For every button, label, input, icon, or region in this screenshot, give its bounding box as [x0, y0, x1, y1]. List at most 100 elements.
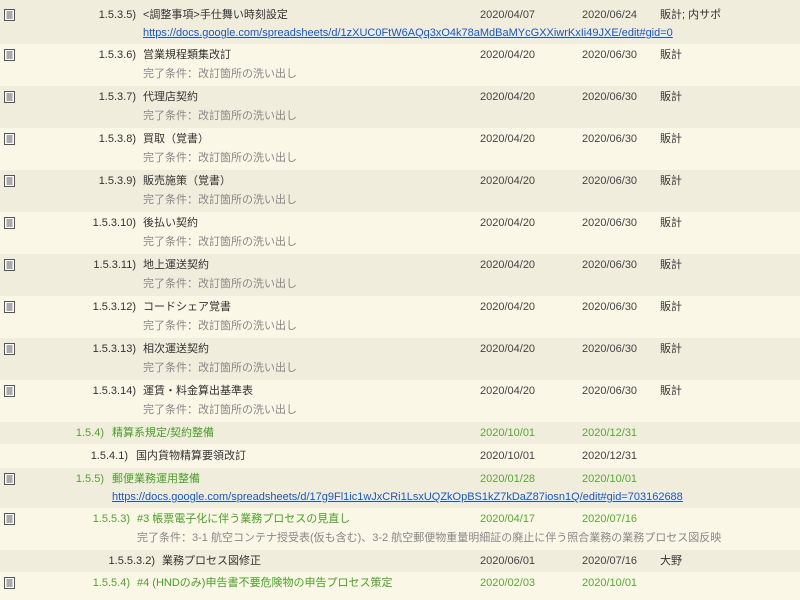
start-date: 2020/04/20	[480, 175, 536, 187]
end-date: 2020/07/16	[582, 555, 638, 567]
document-icon[interactable]	[4, 577, 15, 589]
completion-condition: 完了条件：改訂箇所の洗い出し	[143, 236, 297, 248]
table-row: 1.5.3.7) 代理店契約 2020/04/20 2020/06/30 販計 …	[0, 86, 800, 128]
document-icon[interactable]	[4, 385, 15, 397]
document-icon[interactable]	[4, 259, 15, 271]
row-title: <調整事項>手仕舞い時刻設定	[143, 9, 288, 21]
document-icon[interactable]	[4, 91, 15, 103]
row-title: 代理店契約	[143, 91, 198, 103]
document-icon[interactable]	[4, 301, 15, 313]
table-row: 1.5.3.10) 後払い契約 2020/04/20 2020/06/30 販計…	[0, 212, 800, 254]
completion-condition: 完了条件：3-1 航空コンテナ授受表(仮も含む)、3-2 航空郵便物重量明細証の…	[137, 532, 722, 544]
completion-condition: 完了条件：改訂箇所の洗い出し	[143, 404, 297, 416]
end-date: 2020/07/16	[582, 513, 638, 525]
owner: 販計	[660, 133, 682, 145]
row-number: 1.5.3.14)	[92, 385, 136, 397]
row-title: 郵便業務運用整備	[112, 473, 200, 485]
table-row: 1.5.3.5) <調整事項>手仕舞い時刻設定 2020/04/07 2020/…	[0, 0, 800, 44]
row-number: 1.5.5)	[75, 473, 104, 485]
start-date: 2020/04/20	[480, 91, 536, 103]
document-icon[interactable]	[4, 473, 15, 485]
row-number: 1.5.3.10)	[92, 217, 136, 229]
row-title: 運賃・料金算出基準表	[143, 385, 253, 397]
completion-condition: 完了条件：改訂箇所の洗い出し	[143, 362, 297, 374]
table-row: 1.5.4.1) 国内貨物精算要領改訂 2020/10/01 2020/12/3…	[0, 444, 800, 468]
document-icon[interactable]	[4, 175, 15, 187]
row-number: 1.5.3.7)	[98, 91, 136, 103]
table-row: 1.5.3.12) コードシェア覚書 2020/04/20 2020/06/30…	[0, 296, 800, 338]
row-number: 1.5.3.13)	[92, 343, 136, 355]
end-date: 2020/12/31	[582, 427, 638, 439]
start-date: 2020/04/20	[480, 259, 536, 271]
end-date: 2020/06/30	[582, 133, 638, 145]
end-date: 2020/06/30	[582, 49, 638, 61]
start-date: 2020/10/01	[480, 450, 536, 462]
row-number: 1.5.3.9)	[98, 175, 136, 187]
row-title: #3 帳票電子化に伴う業務プロセスの見直し	[137, 513, 351, 525]
start-date: 2020/04/20	[480, 301, 536, 313]
end-date: 2020/10/01	[582, 473, 638, 485]
completion-condition: 完了条件：改訂箇所の洗い出し	[143, 320, 297, 332]
table-row: 1.5.5.3) #3 帳票電子化に伴う業務プロセスの見直し 2020/04/1…	[0, 508, 800, 550]
document-icon[interactable]	[4, 217, 15, 229]
completion-condition: 完了条件：改訂箇所の洗い出し	[143, 68, 297, 80]
completion-condition: 完了条件：改訂箇所の洗い出し	[143, 110, 297, 122]
owner: 販計	[660, 259, 682, 271]
row-title: コードシェア覚書	[143, 301, 231, 313]
completion-condition: 完了条件：改訂箇所の洗い出し	[143, 194, 297, 206]
table-row: 1.5.3.8) 買取（覚書） 2020/04/20 2020/06/30 販計…	[0, 128, 800, 170]
spreadsheet-link[interactable]: https://docs.google.com/spreadsheets/d/1…	[143, 26, 673, 40]
owner: 販計	[660, 385, 682, 397]
end-date: 2020/06/30	[582, 259, 638, 271]
row-title: 販売施策（覚書）	[143, 175, 231, 187]
row-number: 1.5.4)	[75, 427, 104, 439]
end-date: 2020/06/30	[582, 343, 638, 355]
owner: 販計; 内サポ	[660, 9, 722, 21]
row-title: #4 (HNDのみ)申告書不要危険物の申告プロセス策定	[137, 577, 393, 589]
end-date: 2020/06/30	[582, 385, 638, 397]
table-row: 1.5.3.13) 相次運送契約 2020/04/20 2020/06/30 販…	[0, 338, 800, 380]
start-date: 2020/06/01	[480, 555, 536, 567]
table-row: 1.5.3.11) 地上運送契約 2020/04/20 2020/06/30 販…	[0, 254, 800, 296]
owner: 販計	[660, 91, 682, 103]
start-date: 2020/01/28	[480, 473, 536, 485]
row-number: 1.5.5.3.2)	[108, 555, 155, 567]
row-number: 1.5.3.5)	[98, 9, 136, 21]
start-date: 2020/04/07	[480, 9, 536, 21]
end-date: 2020/06/30	[582, 175, 638, 187]
row-title: 国内貨物精算要領改訂	[136, 450, 246, 462]
start-date: 2020/02/03	[480, 577, 536, 589]
document-icon[interactable]	[4, 49, 15, 61]
document-icon[interactable]	[4, 133, 15, 145]
owner: 販計	[660, 343, 682, 355]
owner: 販計	[660, 301, 682, 313]
row-number: 1.5.5.4)	[92, 577, 130, 589]
table-row: 1.5.5.4) #4 (HNDのみ)申告書不要危険物の申告プロセス策定 202…	[0, 572, 800, 600]
owner: 販計	[660, 217, 682, 229]
end-date: 2020/06/30	[582, 217, 638, 229]
row-title: 精算系規定/契約整備	[112, 427, 215, 439]
spreadsheet-link[interactable]: https://docs.google.com/spreadsheets/d/1…	[112, 490, 683, 504]
table-row: 1.5.3.9) 販売施策（覚書） 2020/04/20 2020/06/30 …	[0, 170, 800, 212]
end-date: 2020/12/31	[582, 450, 638, 462]
owner: 大野	[660, 555, 682, 567]
end-date: 2020/10/01	[582, 577, 638, 589]
row-number: 1.5.3.11)	[93, 259, 136, 271]
row-title: 買取（覚書）	[143, 133, 209, 145]
start-date: 2020/04/20	[480, 343, 536, 355]
start-date: 2020/04/20	[480, 385, 536, 397]
row-number: 1.5.3.12)	[92, 301, 136, 313]
document-icon[interactable]	[4, 343, 15, 355]
row-number: 1.5.3.8)	[98, 133, 136, 145]
owner: 販計	[660, 175, 682, 187]
table-row: 1.5.5.3.2) 業務プロセス図修正 2020/06/01 2020/07/…	[0, 550, 800, 572]
start-date: 2020/04/20	[480, 217, 536, 229]
start-date: 2020/04/20	[480, 49, 536, 61]
start-date: 2020/04/20	[480, 133, 536, 145]
table-row: 1.5.5) 郵便業務運用整備 2020/01/28 2020/10/01 ht…	[0, 468, 800, 508]
table-row: 1.5.3.14) 運賃・料金算出基準表 2020/04/20 2020/06/…	[0, 380, 800, 422]
row-title: 営業規程類集改訂	[143, 49, 231, 61]
table-row: 1.5.4) 精算系規定/契約整備 2020/10/01 2020/12/31	[0, 422, 800, 444]
document-icon[interactable]	[4, 9, 15, 21]
document-icon[interactable]	[4, 513, 15, 525]
